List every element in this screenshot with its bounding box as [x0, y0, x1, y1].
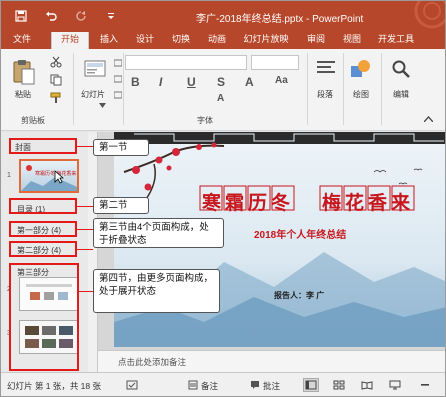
slide-number: 1 — [7, 172, 11, 179]
slide-subtitle: 2018年个人年终总结 — [254, 230, 347, 241]
format-painter-icon[interactable] — [49, 91, 63, 105]
paste-label[interactable]: 粘贴 — [15, 89, 31, 100]
slide-sorter-icon[interactable] — [331, 378, 347, 392]
spellcheck-icon[interactable] — [125, 379, 139, 391]
comments-button[interactable]: 批注 — [263, 380, 280, 392]
slide-count: 幻灯片 第 1 张，共 18 张 — [7, 381, 101, 391]
reading-view-icon[interactable] — [359, 378, 375, 392]
powerpoint-window: 李广-2018年终总结.pptx - PowerPoint 文件 开始 插入 设… — [0, 0, 446, 397]
callout-connector — [79, 291, 93, 292]
customize-qat-icon[interactable] — [103, 8, 119, 24]
window-title: 李广-2018年终总结.pptx - PowerPoint — [196, 14, 364, 25]
new-slide-dropdown-icon[interactable] — [97, 101, 107, 109]
callout-section-1: 第一节 — [93, 139, 149, 156]
comments-icon[interactable] — [249, 379, 261, 391]
font-family-combo[interactable] — [125, 55, 247, 70]
tab-design[interactable]: 设计 — [129, 32, 161, 49]
separator — [343, 53, 344, 125]
slide-layout-icons[interactable] — [113, 57, 123, 107]
find-icon[interactable] — [389, 57, 413, 81]
collapse-ribbon-icon[interactable] — [421, 113, 435, 125]
highlight-box-part2 — [9, 241, 77, 257]
slide-headline-right: 梅花香来 — [321, 192, 414, 214]
change-case-button[interactable]: Aa — [275, 75, 288, 86]
tab-review[interactable]: 审阅 — [300, 32, 332, 49]
slide-reporter: 报告人：李 广 — [274, 291, 325, 300]
clipboard-group-label: 剪贴板 — [21, 116, 45, 125]
save-icon[interactable] — [13, 8, 29, 24]
slide-thumbnail-1[interactable]: 寒霜历冬 梅花香来 — [19, 159, 79, 193]
highlight-button[interactable]: A — [217, 93, 224, 104]
title-decoration — [414, 1, 445, 29]
italic-button[interactable]: I — [159, 75, 162, 89]
undo-icon[interactable] — [43, 8, 59, 24]
separator — [307, 53, 308, 125]
callout-connector — [77, 229, 93, 230]
redo-icon[interactable] — [73, 8, 89, 24]
normal-view-icon[interactable] — [303, 378, 319, 392]
slideshow-icon[interactable] — [387, 378, 403, 392]
tab-home[interactable]: 开始 — [51, 32, 89, 49]
font-format-row — [125, 75, 247, 90]
title-bar: 李广-2018年终总结.pptx - PowerPoint — [1, 1, 445, 32]
highlight-box-toc — [9, 198, 77, 214]
callout-section-4: 第四节，由更多页面构成，处于展开状态 — [93, 269, 220, 313]
zoom-out-icon[interactable] — [417, 378, 433, 392]
separator — [123, 53, 124, 125]
new-slide-label[interactable]: 幻灯片 — [81, 89, 105, 100]
paste-icon[interactable] — [11, 57, 37, 87]
tab-animations[interactable]: 动画 — [201, 32, 233, 49]
font-color-button[interactable]: A — [245, 75, 254, 89]
shadow-button[interactable]: S — [217, 75, 225, 89]
notes-placeholder[interactable]: 点击此处添加备注 — [118, 356, 186, 368]
tab-insert[interactable]: 插入 — [93, 32, 125, 49]
notes-pane[interactable]: 点击此处添加备注 — [98, 350, 445, 372]
mouse-cursor-icon — [53, 170, 65, 184]
callout-connector — [77, 249, 93, 250]
bold-button[interactable]: B — [131, 75, 140, 89]
font-size-combo[interactable] — [251, 55, 299, 70]
drawing-icon[interactable] — [349, 57, 373, 81]
highlight-box-cover — [9, 138, 77, 154]
copy-icon[interactable] — [49, 73, 63, 87]
callout-section-2: 第二节 — [93, 197, 149, 214]
tab-developer[interactable]: 开发工具 — [373, 32, 419, 49]
ribbon-tabs: 文件 开始 插入 设计 切换 动画 幻灯片放映 审阅 视图 开发工具 — [1, 32, 445, 49]
slide-headline-left: 寒霜历冬 — [201, 192, 294, 214]
ribbon-home: 粘贴 剪贴板 幻灯片 B I U S A Aa A 字体 段落 绘图 编辑 — [1, 49, 445, 131]
thumbnail-scrollbar[interactable] — [88, 132, 97, 372]
underline-button[interactable]: U — [187, 75, 196, 89]
callout-section-3: 第三节由4个页面构成，处于折叠状态 — [93, 218, 224, 248]
separator — [381, 53, 382, 125]
notes-icon[interactable] — [187, 379, 199, 391]
tab-file[interactable]: 文件 — [5, 32, 39, 49]
status-bar: 幻灯片 第 1 张，共 18 张 备注 批注 — [1, 372, 445, 396]
cut-icon[interactable] — [49, 55, 63, 69]
new-slide-icon[interactable] — [83, 57, 109, 83]
paragraph-label[interactable]: 段落 — [317, 89, 333, 100]
separator — [73, 53, 74, 125]
font-group-label: 字体 — [197, 116, 213, 125]
notes-button[interactable]: 备注 — [201, 380, 218, 392]
callout-connector — [77, 146, 93, 147]
highlight-box-part3 — [9, 263, 79, 371]
paragraph-icon[interactable] — [315, 57, 337, 79]
tab-slideshow[interactable]: 幻灯片放映 — [237, 32, 295, 49]
drawing-label[interactable]: 绘图 — [353, 89, 369, 100]
tab-view[interactable]: 视图 — [336, 32, 368, 49]
callout-connector — [77, 206, 93, 207]
tab-transitions[interactable]: 切换 — [165, 32, 197, 49]
editing-label[interactable]: 编辑 — [393, 89, 409, 100]
highlight-box-part1 — [9, 221, 77, 237]
